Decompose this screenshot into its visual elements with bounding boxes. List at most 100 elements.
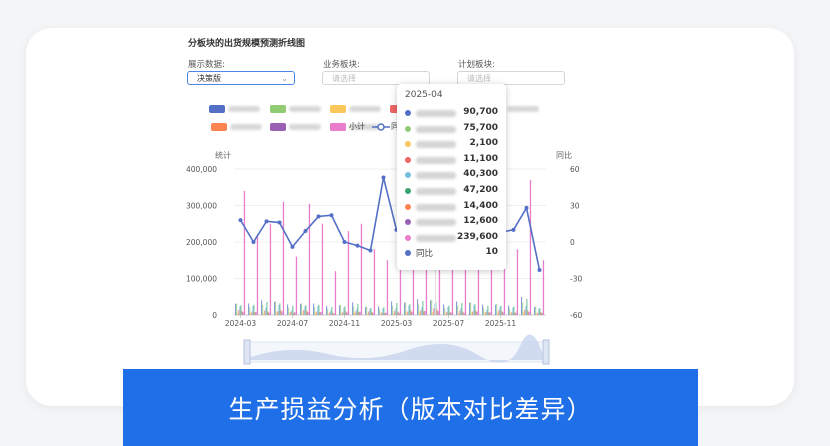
tooltip-row: 同比 10: [405, 247, 498, 259]
series-bar: [251, 311, 253, 315]
yoy-point: [524, 205, 529, 210]
series-bar: [409, 304, 411, 315]
series-bar: [444, 307, 446, 315]
yoy-point: [342, 240, 347, 244]
series-dot: [405, 219, 411, 226]
series-bar: [248, 303, 250, 315]
series-bar: [288, 307, 290, 315]
y-tick-label: 300,000: [186, 202, 217, 211]
tooltip-series-name-blurred: [416, 203, 456, 211]
series-bar: [275, 301, 277, 315]
series-bar: [446, 311, 448, 315]
zoom-handle-left: [243, 339, 251, 365]
series-bar: [501, 311, 503, 315]
series-bar: [383, 307, 385, 315]
series-bar: [459, 310, 461, 315]
series-bar: [382, 308, 384, 315]
series-bar: [343, 307, 345, 315]
series-bar: [515, 312, 517, 315]
tooltip-title: 2025-04: [405, 90, 443, 100]
series-bar: [524, 309, 526, 315]
series-bar: [527, 310, 529, 315]
series-bar: [497, 312, 499, 315]
y2-tick-label: -30: [570, 275, 582, 284]
series-bar: [274, 301, 276, 315]
series-bar: [290, 311, 292, 315]
series-bar: [278, 304, 280, 315]
series-bar: [398, 312, 400, 315]
series-bar: [315, 312, 317, 315]
series-bar: [327, 308, 329, 315]
series-dot: [405, 250, 411, 257]
series-bar: [456, 301, 458, 315]
series-bar: [406, 312, 408, 315]
tooltip-value: 47,200: [463, 185, 498, 195]
series-bar: [346, 312, 348, 315]
series-bar: [291, 309, 293, 315]
yoy-point: [264, 219, 269, 224]
tooltip-row: 12,600: [405, 216, 498, 228]
tooltip-series-name-blurred: [416, 234, 456, 242]
tooltip-row: 40,300: [405, 169, 498, 181]
series-bar: [280, 310, 282, 315]
subtotal-bar: [282, 201, 285, 315]
tooltip-value: 2,100: [469, 138, 498, 149]
series-bar: [330, 310, 332, 315]
series-bar: [372, 312, 374, 315]
y2-tick-label: 60: [570, 165, 580, 174]
series-bar: [496, 304, 498, 315]
tooltip-series-name-blurred: [416, 172, 456, 180]
series-bar: [510, 312, 512, 315]
yoy-point: [537, 267, 542, 272]
series-bar: [301, 303, 303, 315]
series-bar: [424, 310, 426, 315]
series-bar: [445, 312, 447, 315]
series-bar: [306, 310, 308, 315]
series-bar: [235, 303, 237, 315]
series-dot: [405, 172, 411, 179]
series-dot: [405, 125, 411, 132]
series-bar: [482, 304, 484, 315]
series-bar: [502, 312, 504, 315]
series-bar: [333, 313, 335, 315]
series-bar: [380, 313, 382, 315]
y-tick-label: 0: [212, 311, 217, 320]
series-bar: [289, 312, 291, 315]
series-bar: [316, 311, 318, 315]
tooltip-series-name-blurred: [416, 125, 456, 133]
series-bar: [419, 311, 421, 315]
yoy-point: [238, 218, 243, 223]
series-bar: [268, 312, 270, 315]
series-bar: [300, 303, 302, 315]
series-bar: [484, 312, 486, 315]
series-bar: [447, 306, 449, 315]
tooltip-series-name-blurred: [416, 156, 456, 164]
subtotal-bar: [529, 179, 532, 315]
series-bar: [475, 310, 477, 315]
series-bar: [511, 312, 513, 315]
series-bar: [379, 309, 381, 315]
series-bar: [394, 310, 396, 315]
subtotal-bar: [516, 249, 519, 315]
series-bar: [461, 302, 463, 315]
series-bar: [498, 310, 500, 315]
series-bar: [359, 311, 361, 315]
yoy-point: [381, 175, 386, 180]
series-bar: [384, 312, 386, 315]
yoy-point: [329, 213, 334, 218]
series-bar: [431, 299, 433, 315]
tooltip-row: 11,100: [405, 154, 498, 166]
series-bar: [238, 309, 240, 315]
series-bar: [471, 312, 473, 315]
yoy-point: [355, 243, 360, 248]
series-bar: [326, 305, 328, 315]
series-bar: [262, 304, 264, 315]
series-bar: [513, 306, 515, 315]
series-bar: [292, 305, 294, 315]
series-bar: [381, 312, 383, 315]
x-tick-label: 2025-03: [381, 319, 413, 328]
series-bar: [472, 311, 474, 315]
series-bar: [255, 311, 257, 315]
tooltip-series-name-blurred: [416, 110, 456, 117]
x-tick-label: 2024-11: [329, 319, 361, 328]
